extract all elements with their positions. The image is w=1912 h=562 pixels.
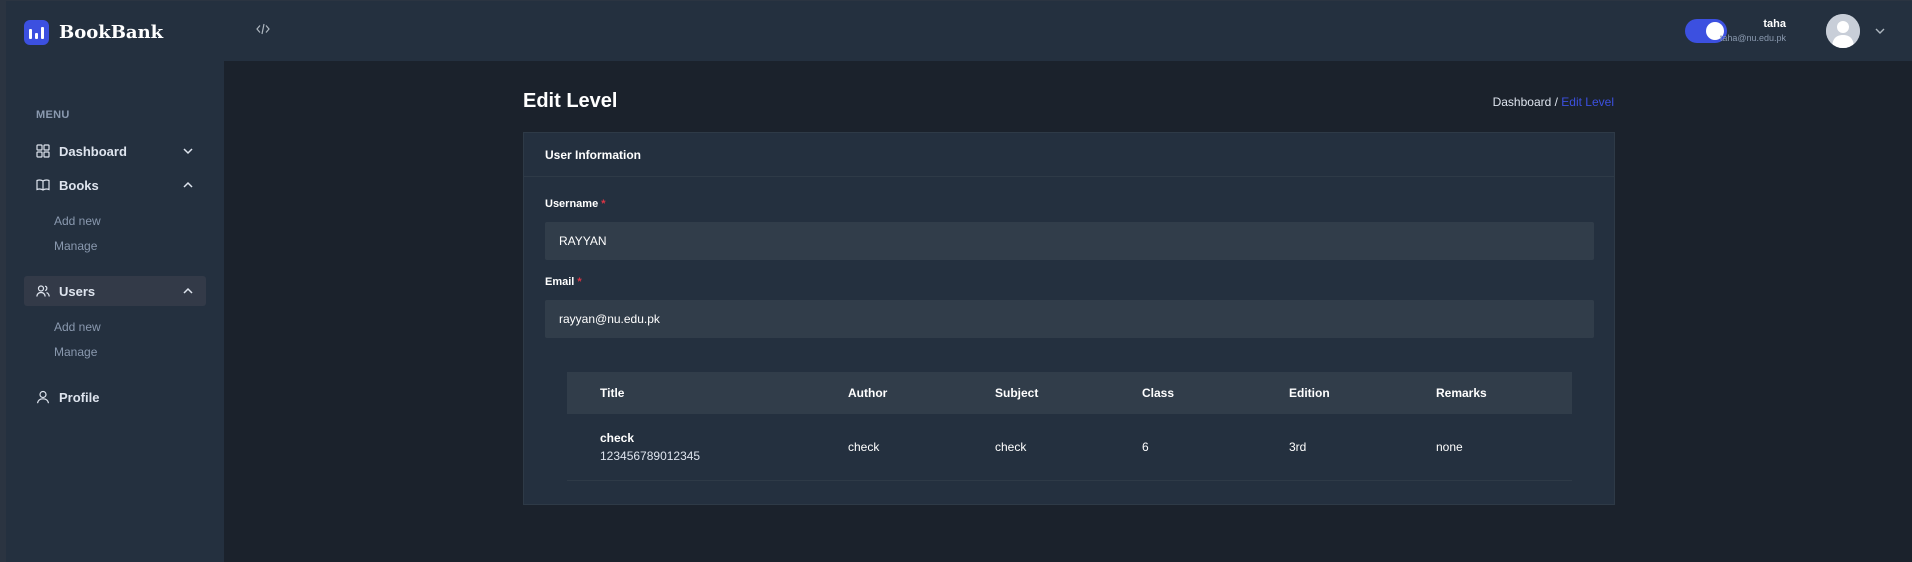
cell-class: 6: [1142, 414, 1289, 481]
sidebar-item-label: Profile: [59, 389, 100, 405]
sidebar: BookBank MENU Dashboard Books Add new Ma…: [6, 0, 224, 562]
breadcrumb-dashboard-link[interactable]: Dashboard /: [1493, 95, 1558, 109]
table-header-row: Title Author Subject Class Edition Remar…: [567, 372, 1572, 414]
sidebar-item-books[interactable]: Books: [24, 170, 206, 200]
cell-edition: 3rd: [1289, 414, 1436, 481]
menu-heading: MENU: [36, 109, 70, 121]
email-label-text: Email: [545, 276, 575, 288]
book-icon: [36, 179, 50, 191]
sidebar-subitem-books-manage[interactable]: Manage: [54, 239, 97, 253]
user-email: taha@nu.edu.pk: [1719, 33, 1786, 43]
sidebar-item-label: Dashboard: [59, 143, 127, 159]
users-icon: [36, 285, 50, 297]
sidebar-subitem-users-manage[interactable]: Manage: [54, 345, 97, 359]
user-icon: [36, 390, 50, 404]
username-label-text: Username: [545, 198, 599, 210]
chevron-down-icon[interactable]: [1874, 26, 1886, 36]
email-label: Email *: [545, 276, 582, 288]
cell-author: check: [848, 414, 995, 481]
username-label: Username *: [545, 198, 605, 210]
avatar[interactable]: [1826, 14, 1860, 48]
card-title: User Information: [524, 133, 1614, 177]
email-field[interactable]: [545, 300, 1594, 338]
user-name[interactable]: taha: [1763, 18, 1786, 30]
sidebar-item-label: Books: [59, 177, 99, 193]
column-header-remarks: Remarks: [1436, 386, 1487, 400]
user-information-card: User Information Username* Email* Title …: [523, 132, 1615, 505]
books-table: Title Author Subject Class Edition Remar…: [567, 372, 1572, 481]
chevron-up-icon: [183, 287, 193, 294]
sidebar-subitem-books-add-new[interactable]: Add new: [54, 214, 101, 228]
top-header: taha taha@nu.edu.pk: [224, 0, 1912, 61]
breadcrumb-current: Edit Level: [1561, 95, 1614, 109]
sidebar-item-profile[interactable]: Profile: [24, 382, 206, 412]
logo-text: BookBank: [59, 22, 164, 43]
column-header-author: Author: [848, 386, 888, 400]
page-title: Edit Level: [523, 90, 618, 112]
sidebar-item-users[interactable]: Users: [24, 276, 206, 306]
grid-icon: [36, 144, 50, 158]
cell-title: check 123456789012345: [567, 414, 848, 481]
code-icon[interactable]: [256, 23, 270, 35]
required-mark: *: [601, 198, 606, 210]
sidebar-subitem-users-add-new[interactable]: Add new: [54, 320, 101, 334]
avatar-silhouette-icon: [1826, 14, 1860, 48]
books-table-wrapper: Title Author Subject Class Edition Remar…: [567, 372, 1572, 481]
table-row: check 123456789012345 check check 6 3rd …: [567, 414, 1572, 481]
column-header-subject: Subject: [995, 386, 1039, 400]
logo-icon: [24, 20, 49, 45]
column-header-title: Title: [600, 386, 625, 400]
sidebar-item-dashboard[interactable]: Dashboard: [24, 136, 206, 166]
chevron-down-icon: [183, 148, 193, 155]
cell-remarks: none: [1436, 414, 1572, 481]
column-header-edition: Edition: [1289, 386, 1330, 400]
required-mark: *: [577, 276, 582, 288]
username-field[interactable]: [545, 222, 1594, 260]
book-isbn: 123456789012345: [600, 448, 701, 463]
book-title: check: [600, 430, 635, 445]
chevron-up-icon: [183, 181, 193, 188]
cell-subject: check: [995, 414, 1142, 481]
app-logo[interactable]: BookBank: [24, 20, 163, 45]
sidebar-item-label: Users: [59, 283, 96, 299]
column-header-class: Class: [1142, 386, 1175, 400]
breadcrumb: Dashboard / Edit Level: [1493, 95, 1614, 109]
